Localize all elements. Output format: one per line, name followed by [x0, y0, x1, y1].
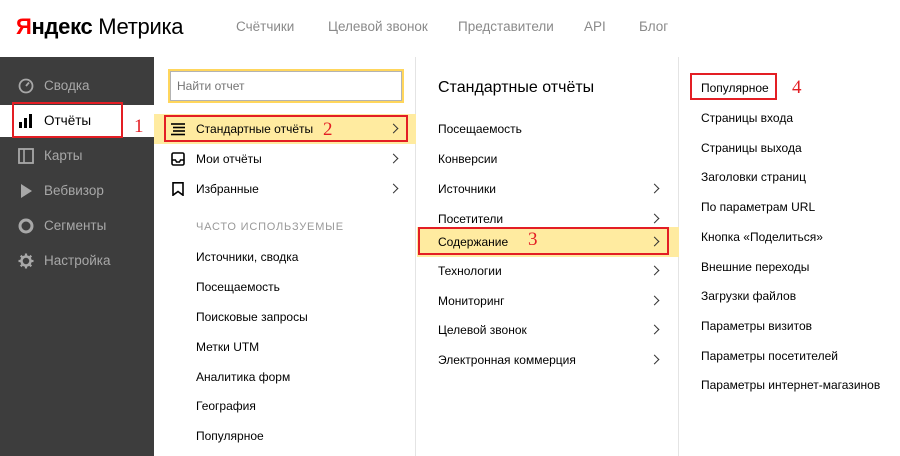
search-field[interactable] — [170, 71, 402, 101]
report-item-label: Электронная коммерция — [438, 353, 576, 367]
content-link-exit-pages[interactable]: Страницы выхода — [701, 141, 802, 155]
nav-representatives[interactable]: Представители — [458, 19, 554, 34]
inbox-icon — [171, 152, 185, 166]
content-link-share-button[interactable]: Кнопка «Поделиться» — [701, 230, 823, 244]
search-input[interactable] — [171, 72, 401, 100]
report-item-call-tracking[interactable]: Целевой звонок — [417, 315, 679, 345]
nav-api[interactable]: API — [584, 19, 606, 34]
chevron-right-icon — [649, 324, 660, 335]
logo-letter-ya: Я — [16, 14, 32, 39]
sidebar-item-label: Сегменты — [44, 218, 107, 233]
content-link-page-titles[interactable]: Заголовки страниц — [701, 170, 806, 184]
menu-item-favorites[interactable]: Избранные — [154, 174, 416, 204]
report-item-sources[interactable]: Источники — [417, 174, 679, 204]
chevron-right-icon — [388, 153, 399, 164]
report-item-monitoring[interactable]: Мониторинг — [417, 286, 679, 316]
report-item-label: Мониторинг — [438, 294, 505, 308]
sidebar-item-webvisor[interactable]: Вебвизор — [0, 175, 154, 207]
report-item-ecommerce[interactable]: Электронная коммерция — [417, 345, 679, 375]
sidebar-item-label: Отчёты — [44, 113, 92, 128]
chevron-right-icon — [388, 183, 399, 194]
play-icon — [21, 184, 32, 198]
content-reports-panel: Популярное Страницы входа Страницы выход… — [680, 57, 900, 456]
report-item-label: Источники — [438, 182, 496, 196]
menu-item-label: Мои отчёты — [196, 152, 262, 166]
sidebar-item-label: Настройка — [44, 253, 111, 268]
content-link-external-clicks[interactable]: Внешние переходы — [701, 260, 809, 274]
frequent-link-search-queries[interactable]: Поисковые запросы — [196, 310, 308, 324]
chevron-right-icon — [388, 123, 399, 134]
report-item-label: Посещаемость — [438, 122, 522, 136]
sidebar-item-label: Вебвизор — [44, 183, 104, 198]
nav-blog[interactable]: Блог — [639, 19, 668, 34]
report-item-label: Целевой звонок — [438, 323, 527, 337]
sidebar-item-summary[interactable]: Сводка — [0, 70, 154, 102]
nav-counters[interactable]: Счётчики — [236, 19, 294, 34]
sidebar-item-segments[interactable]: Сегменты — [0, 210, 154, 242]
header: Яндекс Метрика Счётчики Целевой звонок П… — [0, 0, 900, 57]
menu-item-label: Стандартные отчёты — [196, 122, 314, 136]
annotation-number-4: 4 — [792, 77, 802, 98]
sidebar-item-settings[interactable]: Настройка — [0, 245, 154, 277]
content-link-popular[interactable]: Популярное — [701, 81, 769, 95]
frequent-link-popular[interactable]: Популярное — [196, 429, 264, 443]
standard-reports-panel: Стандартные отчёты Посещаемость Конверси… — [417, 57, 679, 456]
gauge-icon — [18, 78, 34, 94]
chevron-right-icon — [649, 295, 660, 306]
frequent-link-attendance[interactable]: Посещаемость — [196, 280, 280, 294]
menu-item-label: Избранные — [196, 182, 259, 196]
report-item-attendance[interactable]: Посещаемость — [417, 114, 679, 144]
content-link-file-downloads[interactable]: Загрузки файлов — [701, 289, 796, 303]
frequent-link-utm[interactable]: Метки UTM — [196, 340, 259, 354]
content-link-visitor-params[interactable]: Параметры посетителей — [701, 349, 838, 363]
gear-icon — [18, 253, 34, 269]
sidebar-item-maps[interactable]: Карты — [0, 140, 154, 172]
panel-title: Стандартные отчёты — [438, 79, 595, 96]
bar-chart-icon — [19, 114, 32, 128]
menu-item-standard-reports[interactable]: Стандартные отчёты — [154, 114, 416, 144]
report-item-conversions[interactable]: Конверсии — [417, 144, 679, 174]
chevron-right-icon — [649, 183, 660, 194]
content-link-ecommerce-params[interactable]: Параметры интернет-магазинов — [701, 378, 880, 392]
report-item-label: Технологии — [438, 264, 502, 278]
report-item-label: Содержание — [438, 235, 509, 249]
list-icon — [171, 123, 185, 136]
sidebar: Сводка Отчёты Карты Вебвизор Сегменты На… — [0, 57, 154, 456]
logo-metrika: Метрика — [92, 14, 184, 39]
map-icon — [18, 148, 34, 164]
sidebar-item-reports[interactable]: Отчёты — [0, 105, 154, 137]
annotation-number-1: 1 — [134, 116, 144, 137]
chevron-right-icon — [649, 213, 660, 224]
frequent-section-heading: ЧАСТО ИСПОЛЬЗУЕМЫЕ — [196, 221, 344, 233]
content-link-visit-params[interactable]: Параметры визитов — [701, 319, 812, 333]
sidebar-item-label: Сводка — [44, 78, 90, 93]
nav-call-tracking[interactable]: Целевой звонок — [328, 19, 428, 34]
yandex-metrika-logo[interactable]: Яндекс Метрика — [16, 14, 184, 40]
sidebar-item-label: Карты — [44, 148, 83, 163]
frequent-link-sources-summary[interactable]: Источники, сводка — [196, 250, 298, 264]
frequent-link-form-analytics[interactable]: Аналитика форм — [196, 370, 290, 384]
content-link-url-params[interactable]: По параметрам URL — [701, 200, 815, 214]
report-item-technologies[interactable]: Технологии — [417, 256, 679, 286]
chevron-right-icon — [649, 265, 660, 276]
chevron-right-icon — [649, 236, 660, 247]
report-item-label: Посетители — [438, 212, 504, 226]
annotation-number-2: 2 — [323, 119, 333, 140]
content-link-entry-pages[interactable]: Страницы входа — [701, 111, 793, 125]
frequent-link-geography[interactable]: География — [196, 399, 256, 413]
menu-item-my-reports[interactable]: Мои отчёты — [154, 144, 416, 174]
report-item-content[interactable]: Содержание — [417, 227, 679, 257]
report-item-label: Конверсии — [438, 152, 498, 166]
logo-ndex: ндекс — [31, 14, 93, 39]
reports-menu: Стандартные отчёты Мои отчёты Избранные … — [154, 57, 416, 456]
bookmark-icon — [172, 182, 184, 196]
annotation-number-3: 3 — [528, 229, 538, 250]
pie-icon — [18, 218, 34, 234]
chevron-right-icon — [649, 354, 660, 365]
